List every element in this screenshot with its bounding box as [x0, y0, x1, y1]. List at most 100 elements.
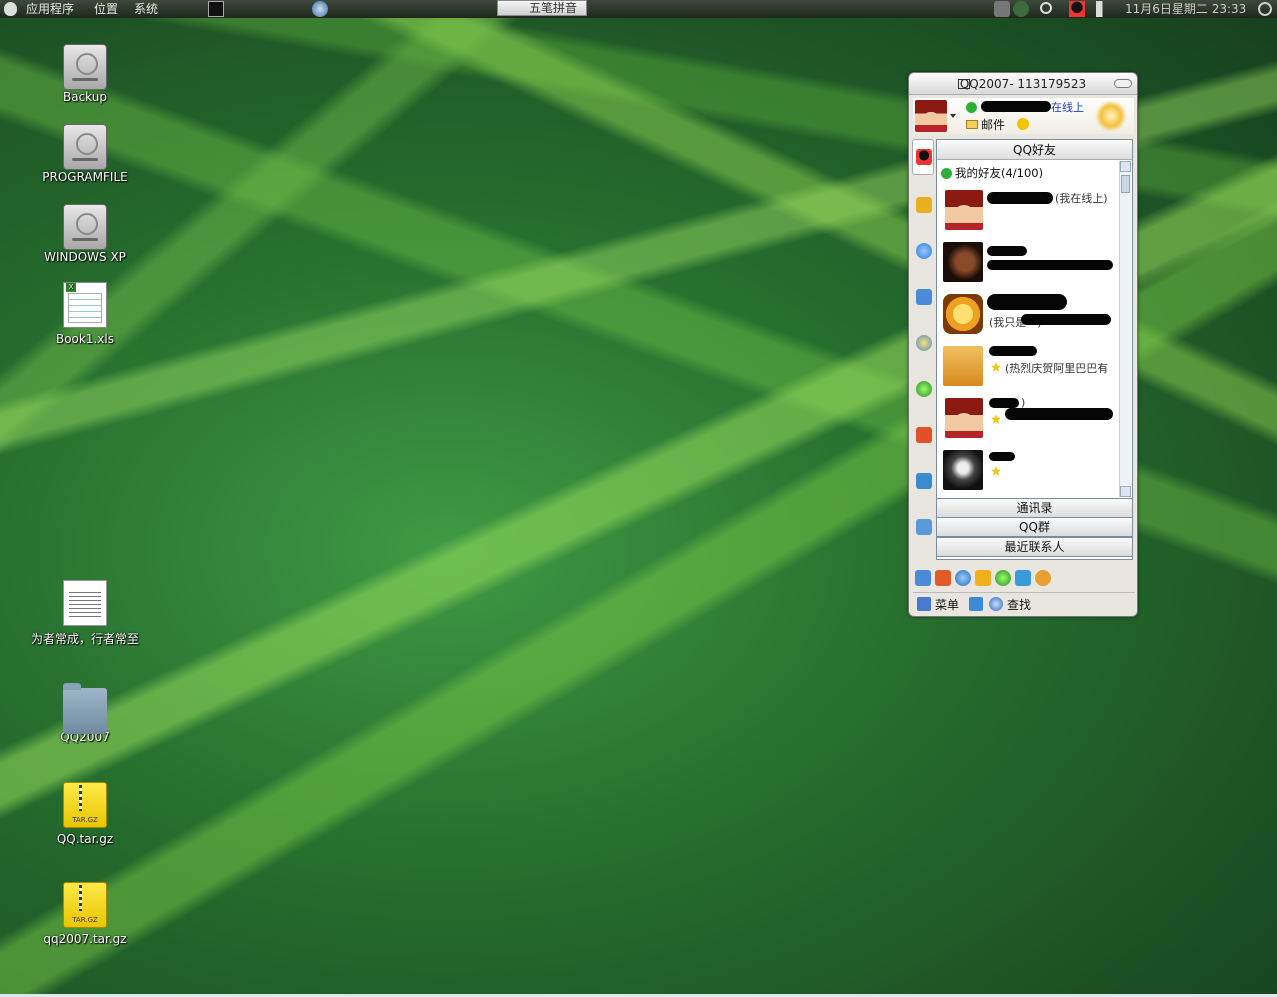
redacted-text [987, 192, 1053, 204]
desktop-icon-label: PROGRAMFILE [42, 170, 128, 184]
group-label: 我的好友(4/100) [955, 166, 1044, 180]
redacted-text [989, 346, 1037, 356]
window-shade-button[interactable] [1114, 79, 1132, 88]
friend-row[interactable]: (我只是一) [943, 292, 1113, 338]
spreadsheet-icon [63, 282, 107, 328]
qq-pet-icon[interactable] [1035, 570, 1051, 586]
desktop-icon-label: Backup [63, 90, 107, 104]
vip-star-icon [991, 414, 1001, 424]
find-button[interactable]: 查找 [1007, 597, 1031, 613]
music-icon[interactable] [916, 473, 932, 489]
qq-title-bar[interactable]: QQ2007- 113179523 [909, 73, 1137, 95]
desktop-icon-qq2007-tar-gz[interactable]: qq2007.tar.gz [25, 882, 145, 946]
redacted-text [987, 294, 1067, 310]
terminal-launcher-icon[interactable] [208, 1, 224, 17]
redacted-text [1005, 408, 1113, 420]
input-method-indicator[interactable]: 五笔拼音 [497, 0, 587, 16]
edit-icon[interactable] [916, 289, 932, 305]
friend-avatar [943, 450, 983, 490]
qq-side-toolbar [912, 139, 936, 539]
friend-avatar [945, 398, 983, 438]
profile-panel: 在线上 邮件 [913, 98, 1134, 134]
scroll-up-arrow-icon[interactable] [1120, 161, 1131, 172]
friend-row[interactable]: (我在线上) [943, 188, 1113, 234]
plugin-icon[interactable] [1015, 570, 1031, 586]
status-dropdown-icon[interactable] [950, 114, 956, 121]
desktop-icon-text-document[interactable]: 为者常成，行者常至 [25, 580, 145, 647]
top-panel: 应用程序 位置 系统 五笔拼音 11月6日星期二 23:33 [0, 0, 1277, 18]
trash-applet-icon[interactable] [994, 1, 1010, 17]
search-icon[interactable] [1040, 2, 1052, 14]
hard-drive-icon [63, 204, 107, 250]
desktop-icon-label: QQ.tar.gz [56, 832, 114, 846]
browser-launcher-icon[interactable] [312, 1, 328, 17]
volume-icon[interactable] [1096, 1, 1112, 17]
desktop-icon-label: qq2007.tar.gz [43, 932, 127, 946]
desktop-icon-label: Book1.xls [55, 332, 114, 346]
menu-places[interactable]: 位置 [94, 0, 118, 18]
desktop-icon-backup[interactable]: Backup [25, 40, 145, 104]
desktop-icon-label: 为者常成，行者常至 [30, 632, 139, 646]
qq-penguin-icon [916, 149, 932, 165]
hard-drive-icon [63, 124, 107, 170]
menu-icon[interactable] [917, 597, 931, 611]
tab-contacts[interactable]: 通讯录 [936, 498, 1133, 518]
redacted-text [989, 398, 1019, 408]
power-icon[interactable] [1258, 2, 1272, 16]
vip-star-icon [991, 466, 1001, 476]
pet-icon[interactable] [975, 570, 991, 586]
text-document-icon [63, 580, 107, 626]
archive-icon [63, 782, 107, 828]
desktop-icon-qq2007-folder[interactable]: QQ2007 [25, 680, 145, 744]
scroll-thumb[interactable] [1121, 175, 1130, 193]
qzone-icon[interactable] [916, 243, 932, 259]
tab-qq-friends[interactable]: QQ好友 [937, 140, 1132, 160]
tenpay-icon[interactable] [995, 570, 1011, 586]
mailbox-icon[interactable] [916, 519, 932, 535]
friend-signature: (我在线上) [1055, 192, 1108, 205]
hard-drive-icon [63, 44, 107, 90]
window-icon [958, 79, 970, 89]
friend-row[interactable]: (热烈庆贺阿里巴巴有 [943, 344, 1113, 390]
redacted-text [987, 260, 1113, 270]
friend-row[interactable] [943, 240, 1113, 286]
network-applet-icon[interactable] [1013, 1, 1029, 17]
friend-list-scrollbar[interactable] [1119, 161, 1131, 497]
profile-status-text: 在线上 [1051, 101, 1084, 114]
clock[interactable]: 11月6日星期二 23:33 [1125, 0, 1246, 18]
friend-group-header[interactable]: 我的好友(4/100) [941, 165, 1043, 181]
qq-tray-icon[interactable] [1069, 1, 1085, 17]
mail-label[interactable]: 邮件 [981, 116, 1005, 133]
menu-system[interactable]: 系统 [134, 0, 158, 18]
desktop-icon-qq-tar-gz[interactable]: QQ.tar.gz [25, 782, 145, 846]
desktop-icon-label: WINDOWS XP [44, 250, 126, 264]
apple-menu-icon[interactable] [4, 2, 17, 16]
desktop-icon-programfile[interactable]: PROGRAMFILE [25, 120, 145, 184]
hammer-icon[interactable] [916, 197, 932, 213]
scroll-down-arrow-icon[interactable] [1120, 486, 1131, 497]
message-manager-icon[interactable] [915, 570, 931, 586]
weather-sun-icon[interactable] [1095, 100, 1127, 132]
tab-qq-groups[interactable]: QQ群 [936, 517, 1133, 537]
mail-icon[interactable] [966, 120, 978, 129]
star-icon[interactable] [916, 335, 932, 351]
group-expand-icon [941, 168, 952, 179]
my-avatar[interactable] [915, 100, 947, 132]
friend-row[interactable] [943, 448, 1113, 494]
menu-button[interactable]: 菜单 [935, 597, 959, 613]
search-icon[interactable] [989, 597, 1003, 611]
game-icon[interactable] [916, 427, 932, 443]
qzone-tool-icon[interactable] [955, 570, 971, 586]
desktop-icon-book1-xls[interactable]: Book1.xls [25, 282, 145, 346]
qq-show-icon[interactable] [935, 570, 951, 586]
desktop-icon-windows-xp[interactable]: WINDOWS XP [25, 200, 145, 264]
menu-applications[interactable]: 应用程序 [26, 0, 74, 18]
tab-recent-contacts[interactable]: 最近联系人 [936, 537, 1133, 557]
friend-avatar [943, 294, 983, 334]
friend-signature: (热烈庆贺阿里巴巴有 [1005, 362, 1109, 375]
qq-window-title: QQ2007- 113179523 [959, 77, 1087, 91]
online-status-icon [966, 102, 977, 113]
friend-row[interactable]: ) [943, 396, 1113, 442]
money-icon[interactable] [916, 381, 932, 397]
system-message-icon[interactable] [969, 597, 983, 611]
